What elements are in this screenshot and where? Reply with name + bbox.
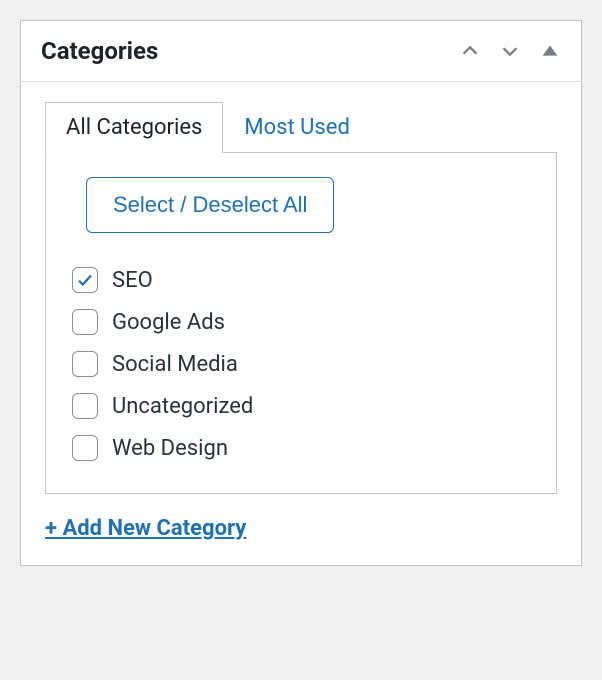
select-deselect-all-button[interactable]: Select / Deselect All xyxy=(86,177,334,233)
category-list: SEO Google Ads Social Media Uncategorize… xyxy=(66,259,536,469)
list-item: Google Ads xyxy=(72,301,536,343)
list-item: Social Media xyxy=(72,343,536,385)
list-item: Uncategorized xyxy=(72,385,536,427)
category-label: SEO xyxy=(112,268,153,293)
checkbox-seo[interactable] xyxy=(72,267,98,293)
categories-panel: Categories All Categories Most Used Sele… xyxy=(20,20,582,566)
tabs: All Categories Most Used xyxy=(45,102,557,153)
list-item: SEO xyxy=(72,259,536,301)
list-item: Web Design xyxy=(72,427,536,469)
tab-most-used[interactable]: Most Used xyxy=(223,102,370,153)
triangle-up-icon[interactable] xyxy=(539,40,561,62)
checkbox-google-ads[interactable] xyxy=(72,309,98,335)
chevron-down-icon[interactable] xyxy=(499,40,521,62)
category-label: Uncategorized xyxy=(112,394,253,419)
tab-content: Select / Deselect All SEO Google Ads xyxy=(45,152,557,494)
panel-header-actions xyxy=(459,40,561,62)
checkbox-web-design[interactable] xyxy=(72,435,98,461)
category-label: Social Media xyxy=(112,352,238,377)
panel-header: Categories xyxy=(21,21,581,82)
panel-title: Categories xyxy=(41,37,158,65)
add-new-category-link[interactable]: + Add New Category xyxy=(45,516,246,541)
category-label: Web Design xyxy=(112,436,228,461)
panel-body: All Categories Most Used Select / Desele… xyxy=(21,82,581,565)
tab-all-categories[interactable]: All Categories xyxy=(45,102,223,153)
checkbox-uncategorized[interactable] xyxy=(72,393,98,419)
checkbox-social-media[interactable] xyxy=(72,351,98,377)
category-label: Google Ads xyxy=(112,310,225,335)
chevron-up-icon[interactable] xyxy=(459,40,481,62)
